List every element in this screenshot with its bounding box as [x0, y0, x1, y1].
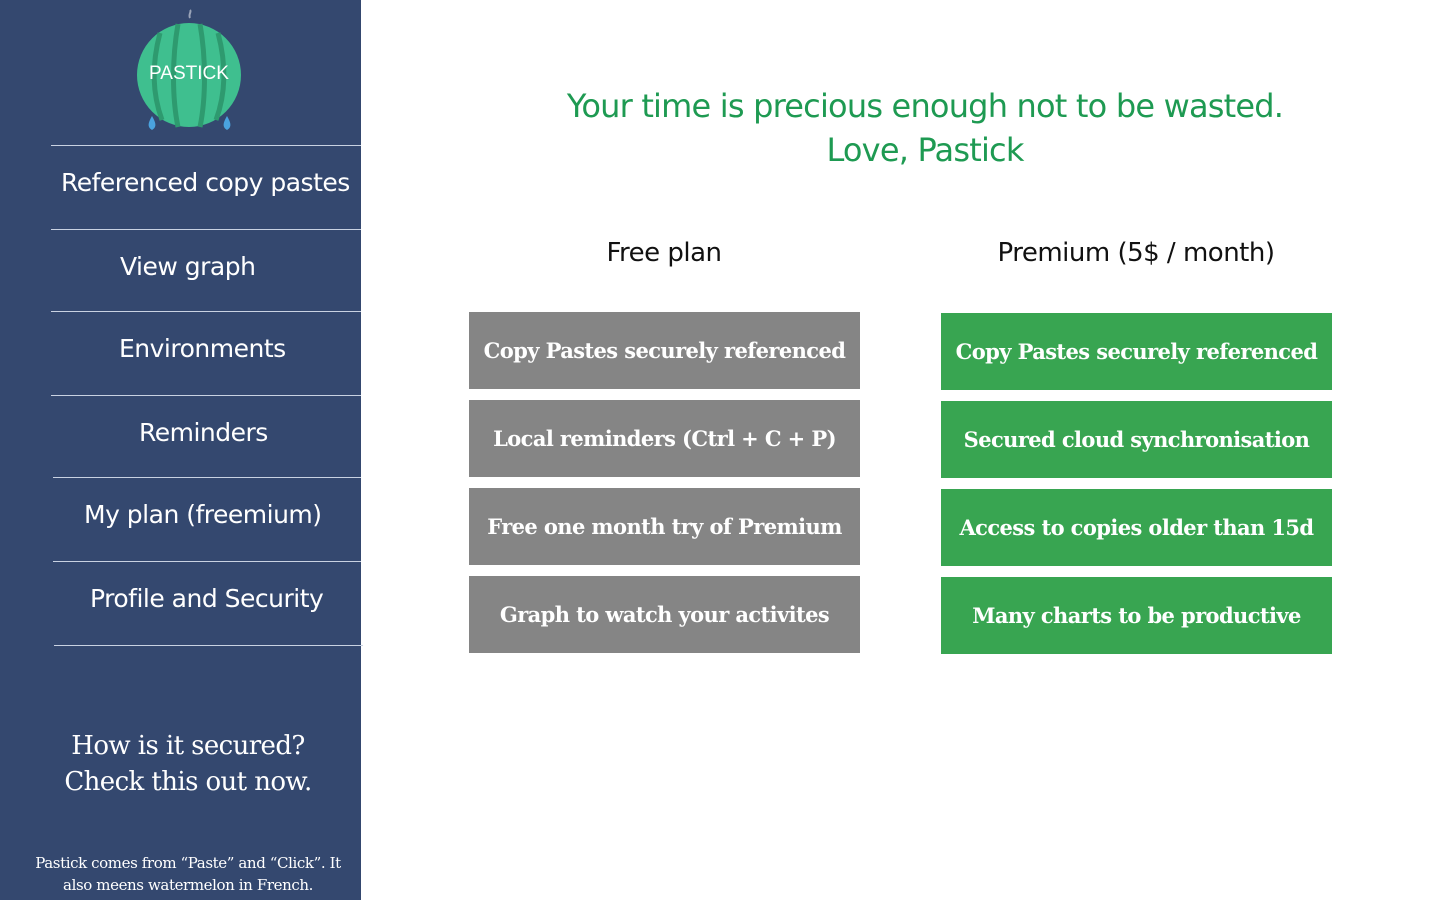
tagline: Your time is precious enough not to be w… — [560, 84, 1290, 172]
sidebar-item-profile-security[interactable]: Profile and Security — [53, 561, 361, 645]
free-feature-card: Local reminders (Ctrl + C + P) — [469, 400, 860, 477]
free-plan-title: Free plan — [606, 238, 722, 268]
pastick-logo[interactable]: PASTICK — [130, 8, 248, 138]
sidebar: PASTICK Referenced copy pastes View grap… — [0, 0, 363, 900]
promo-line-2: Check this out now. — [64, 767, 312, 797]
premium-feature-card: Access to copies older than 15d — [941, 489, 1332, 566]
free-feature-card: Copy Pastes securely referenced — [469, 312, 860, 389]
tagline-line-1: Your time is precious enough not to be w… — [566, 87, 1284, 125]
promo-line-1: How is it secured? — [71, 731, 305, 761]
footnote-line-2: also meens watermelon in French. — [63, 876, 313, 894]
tagline-line-2: Love, Pastick — [826, 131, 1024, 169]
footnote-line-1: Pastick comes from “Paste” and “Click”. … — [35, 854, 341, 872]
premium-feature-card: Many charts to be productive — [941, 577, 1332, 654]
sidebar-item-view-graph[interactable]: View graph — [51, 229, 361, 313]
premium-plan-title: Premium (5$ / month) — [997, 238, 1275, 268]
free-feature-card: Free one month try of Premium — [469, 488, 860, 565]
premium-feature-card: Copy Pastes securely referenced — [941, 313, 1332, 390]
sidebar-divider — [54, 645, 363, 646]
sidebar-item-reminders[interactable]: Reminders — [51, 395, 361, 479]
sidebar-item-label: View graph — [120, 252, 256, 281]
sidebar-item-label: Reminders — [139, 418, 268, 447]
logo-text: PASTICK — [149, 63, 229, 84]
sidebar-item-environments[interactable]: Environments — [51, 311, 361, 395]
sidebar-item-my-plan[interactable]: My plan (freemium) — [53, 477, 361, 561]
free-feature-card: Graph to watch your activites — [469, 576, 860, 653]
sidebar-item-label: Environments — [119, 334, 286, 363]
security-promo-link[interactable]: How is it secured? Check this out now. — [0, 728, 376, 800]
sidebar-item-referenced-copy-pastes[interactable]: Referenced copy pastes — [51, 145, 361, 229]
sidebar-item-label: Profile and Security — [90, 584, 324, 613]
sidebar-item-label: Referenced copy pastes — [61, 168, 350, 197]
sidebar-item-label: My plan (freemium) — [84, 500, 322, 529]
footnote: Pastick comes from “Paste” and “Click”. … — [28, 852, 348, 896]
premium-feature-card: Secured cloud synchronisation — [941, 401, 1332, 478]
